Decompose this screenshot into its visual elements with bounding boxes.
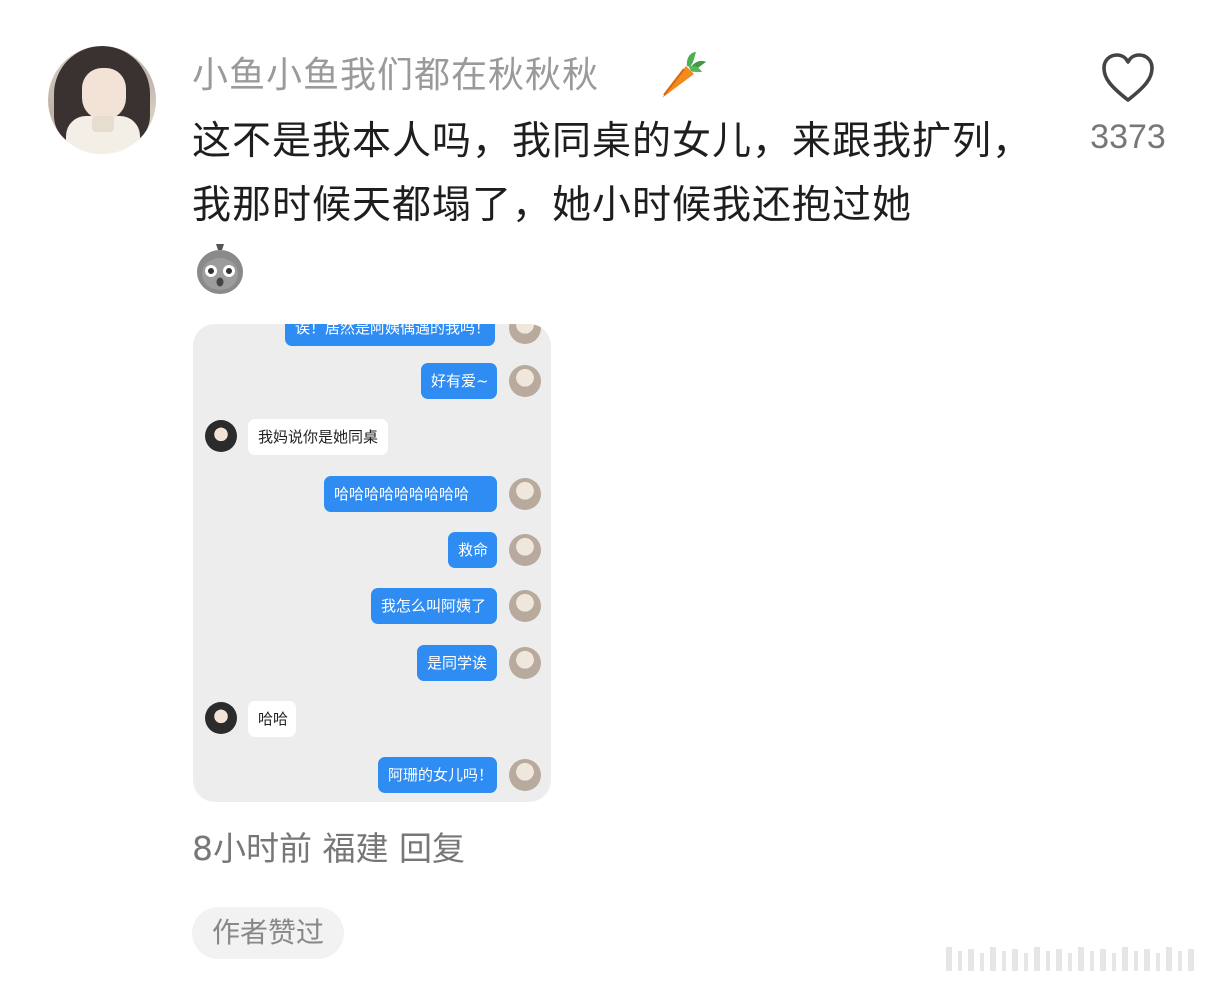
chat-avatar-them <box>205 420 237 452</box>
chat-bubble-me: 哈哈哈哈哈哈哈哈哈 <box>324 476 497 512</box>
heart-icon[interactable] <box>1100 52 1156 104</box>
carrot-emoji <box>662 52 706 98</box>
comment-time: 8小时前 <box>192 829 312 868</box>
chat-avatar-me <box>509 478 541 510</box>
chat-avatar-me <box>509 534 541 566</box>
chat-bubble-me: 阿珊的女儿吗！ <box>378 757 497 793</box>
comment-location: 福建 <box>322 829 389 868</box>
chick-emoji <box>197 244 243 294</box>
like-count: 3373 <box>1090 118 1166 156</box>
chat-bubble-them: 哈哈 <box>248 701 296 737</box>
comment-meta: 8小时前 福建 回复 <box>192 822 465 870</box>
chat-bubble-me: 我怎么叫阿姨了 <box>371 588 497 624</box>
user-avatar[interactable] <box>48 46 156 154</box>
chat-screenshot[interactable]: 诶！居然是阿姨偶遇的我吗！ 好有爱~ 我妈说你是她同桌 哈哈哈哈哈哈哈哈哈 救命… <box>193 324 551 802</box>
avatar-face <box>82 68 126 120</box>
chat-avatar-them <box>205 702 237 734</box>
author-liked-badge: 作者赞过 <box>192 907 345 959</box>
chat-avatar-me <box>509 759 541 791</box>
chat-bubble-me: 救命 <box>448 532 497 568</box>
chat-avatar-me <box>509 590 541 622</box>
chat-avatar-me <box>509 324 541 344</box>
chat-bubble-me: 好有爱~ <box>421 363 497 399</box>
chat-bubble-them: 我妈说你是她同桌 <box>248 419 388 455</box>
watermark <box>946 947 1194 971</box>
chat-avatar-me <box>509 365 541 397</box>
avatar-bow <box>92 116 114 132</box>
chat-bubble-me: 是同学诶 <box>417 645 497 681</box>
comment-text: 这不是我本人吗，我同桌的女儿，来跟我扩列，我那时候天都塌了，她小时候我还抱过她 <box>192 119 1033 228</box>
username[interactable]: 小鱼小鱼我们都在秋秋秋 <box>192 52 599 100</box>
reply-button[interactable]: 回复 <box>399 829 465 868</box>
chat-bubble-me: 诶！居然是阿姨偶遇的我吗！ <box>285 324 495 346</box>
chat-avatar-me <box>509 647 541 679</box>
